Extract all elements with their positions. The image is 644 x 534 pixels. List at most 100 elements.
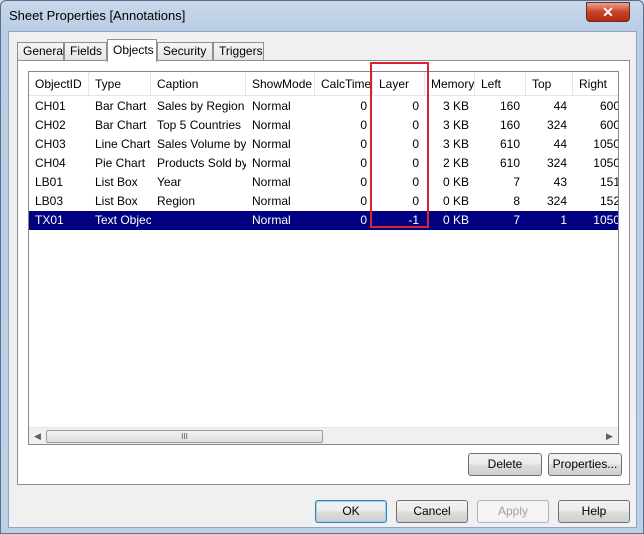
scroll-right-arrow-icon[interactable]: ▶ — [601, 428, 618, 444]
cell-caption: Top 5 Countries — [157, 118, 242, 132]
window-title: Sheet Properties [Annotations] — [9, 8, 186, 23]
tab-triggers[interactable]: Triggers — [213, 42, 264, 61]
delete-button-label: Delete — [487, 457, 523, 471]
cell-type: Text Object — [95, 213, 151, 227]
cell-type: Line Chart — [95, 137, 151, 151]
cell-memory: 0 KB — [442, 213, 469, 227]
cell-right: 152 — [599, 194, 619, 208]
cell-top: 43 — [553, 175, 567, 189]
cell-calctime: 0 — [360, 137, 367, 151]
cancel-button[interactable]: Cancel — [396, 500, 468, 523]
cell-left: 610 — [499, 137, 520, 151]
cell-top: 44 — [553, 137, 567, 151]
cell-layer: 0 — [412, 175, 419, 189]
cell-left: 7 — [513, 213, 520, 227]
objects-list[interactable]: ObjectID Type Caption ShowMode CalcTime … — [28, 71, 619, 445]
cell-type: Bar Chart — [95, 118, 147, 132]
cell-objectid: LB01 — [35, 175, 64, 189]
table-row[interactable]: LB03 List Box Region Normal 0 0 0 KB 8 3… — [29, 192, 618, 211]
table-row[interactable]: CH04 Pie Chart Products Sold by Normal 0… — [29, 154, 618, 173]
cell-showmode: Normal — [252, 137, 291, 151]
cell-objectid: TX01 — [35, 213, 64, 227]
cell-showmode: Normal — [252, 213, 291, 227]
column-header-calctime[interactable]: CalcTime — [315, 72, 373, 96]
column-header-layer[interactable]: Layer — [373, 72, 425, 96]
cell-top: 44 — [553, 99, 567, 113]
tab-objects[interactable]: Objects — [107, 39, 157, 62]
table-row[interactable]: CH03 Line Chart Sales Volume by Y Normal… — [29, 135, 618, 154]
column-header-type[interactable]: Type — [89, 72, 151, 96]
cell-layer: 0 — [412, 118, 419, 132]
cell-caption: Products Sold by — [157, 156, 246, 170]
close-icon: ✕ — [602, 4, 614, 20]
apply-button-label: Apply — [497, 504, 529, 518]
column-header-showmode[interactable]: ShowMode — [246, 72, 315, 96]
cell-layer: -1 — [408, 213, 419, 227]
horizontal-scrollbar[interactable]: ◀ III ▶ — [29, 427, 618, 444]
cell-memory: 2 KB — [442, 156, 469, 170]
cell-calctime: 0 — [360, 175, 367, 189]
cell-showmode: Normal — [252, 118, 291, 132]
delete-button[interactable]: Delete — [468, 453, 542, 476]
column-header-right[interactable]: Right — [573, 72, 618, 96]
cell-showmode: Normal — [252, 156, 291, 170]
properties-button[interactable]: Properties... — [548, 453, 622, 476]
cell-objectid: CH02 — [35, 118, 66, 132]
table-row[interactable]: CH02 Bar Chart Top 5 Countries Normal 0 … — [29, 116, 618, 135]
cell-memory: 3 KB — [442, 137, 469, 151]
cell-type: List Box — [95, 194, 138, 208]
tab-general[interactable]: General — [17, 42, 66, 61]
cell-left: 160 — [499, 118, 520, 132]
ok-button-label: OK — [342, 504, 360, 518]
help-button[interactable]: Help — [558, 500, 630, 523]
table-row[interactable]: CH01 Bar Chart Sales by Region Normal 0 … — [29, 97, 618, 116]
cell-caption: Sales Volume by Y — [157, 137, 246, 151]
cell-top: 324 — [546, 156, 567, 170]
cell-caption: Region — [157, 194, 196, 208]
cell-top: 1 — [560, 213, 567, 227]
scroll-thumb[interactable]: III — [46, 430, 323, 443]
cell-memory: 3 KB — [442, 118, 469, 132]
cell-top: 324 — [546, 118, 567, 132]
cell-calctime: 0 — [360, 213, 367, 227]
tab-fields[interactable]: Fields — [64, 42, 107, 61]
cell-showmode: Normal — [252, 175, 291, 189]
cell-right: 1050 — [593, 156, 619, 170]
scroll-left-arrow-icon[interactable]: ◀ — [29, 428, 46, 444]
table-row[interactable]: LB01 List Box Year Normal 0 0 0 KB 7 43 … — [29, 173, 618, 192]
cell-showmode: Normal — [252, 99, 291, 113]
grip-icon: III — [181, 432, 188, 441]
column-header-left[interactable]: Left — [475, 72, 526, 96]
cell-objectid: CH04 — [35, 156, 66, 170]
title-bar[interactable]: Sheet Properties [Annotations] ✕ — [1, 1, 643, 31]
column-header-caption[interactable]: Caption — [151, 72, 246, 96]
cell-right: 1050 — [593, 213, 619, 227]
cell-left: 7 — [513, 175, 520, 189]
cell-memory: 0 KB — [442, 194, 469, 208]
cell-top: 324 — [546, 194, 567, 208]
sheet-properties-dialog: Sheet Properties [Annotations] ✕ General… — [0, 0, 644, 534]
column-header-top[interactable]: Top — [526, 72, 573, 96]
cell-calctime: 0 — [360, 99, 367, 113]
cell-calctime: 0 — [360, 156, 367, 170]
cell-layer: 0 — [412, 194, 419, 208]
list-header: ObjectID Type Caption ShowMode CalcTime … — [29, 72, 618, 96]
help-button-label: Help — [581, 504, 607, 518]
apply-button[interactable]: Apply — [477, 500, 549, 523]
cell-layer: 0 — [412, 156, 419, 170]
cell-left: 610 — [499, 156, 520, 170]
ok-button[interactable]: OK — [315, 500, 387, 523]
objects-tab-panel: ObjectID Type Caption ShowMode CalcTime … — [17, 60, 630, 485]
column-header-memory[interactable]: Memory — [425, 72, 475, 96]
cell-showmode: Normal — [252, 194, 291, 208]
tab-security[interactable]: Security — [157, 42, 213, 61]
cell-layer: 0 — [412, 99, 419, 113]
cell-right: 1050 — [593, 137, 619, 151]
cell-left: 8 — [513, 194, 520, 208]
cell-calctime: 0 — [360, 194, 367, 208]
cell-memory: 0 KB — [442, 175, 469, 189]
column-header-objectid[interactable]: ObjectID — [29, 72, 89, 96]
close-button[interactable]: ✕ — [586, 2, 630, 22]
cell-type: Pie Chart — [95, 156, 146, 170]
table-row-selected[interactable]: TX01 Text Object Normal 0 -1 0 KB 7 1 10… — [29, 211, 618, 230]
